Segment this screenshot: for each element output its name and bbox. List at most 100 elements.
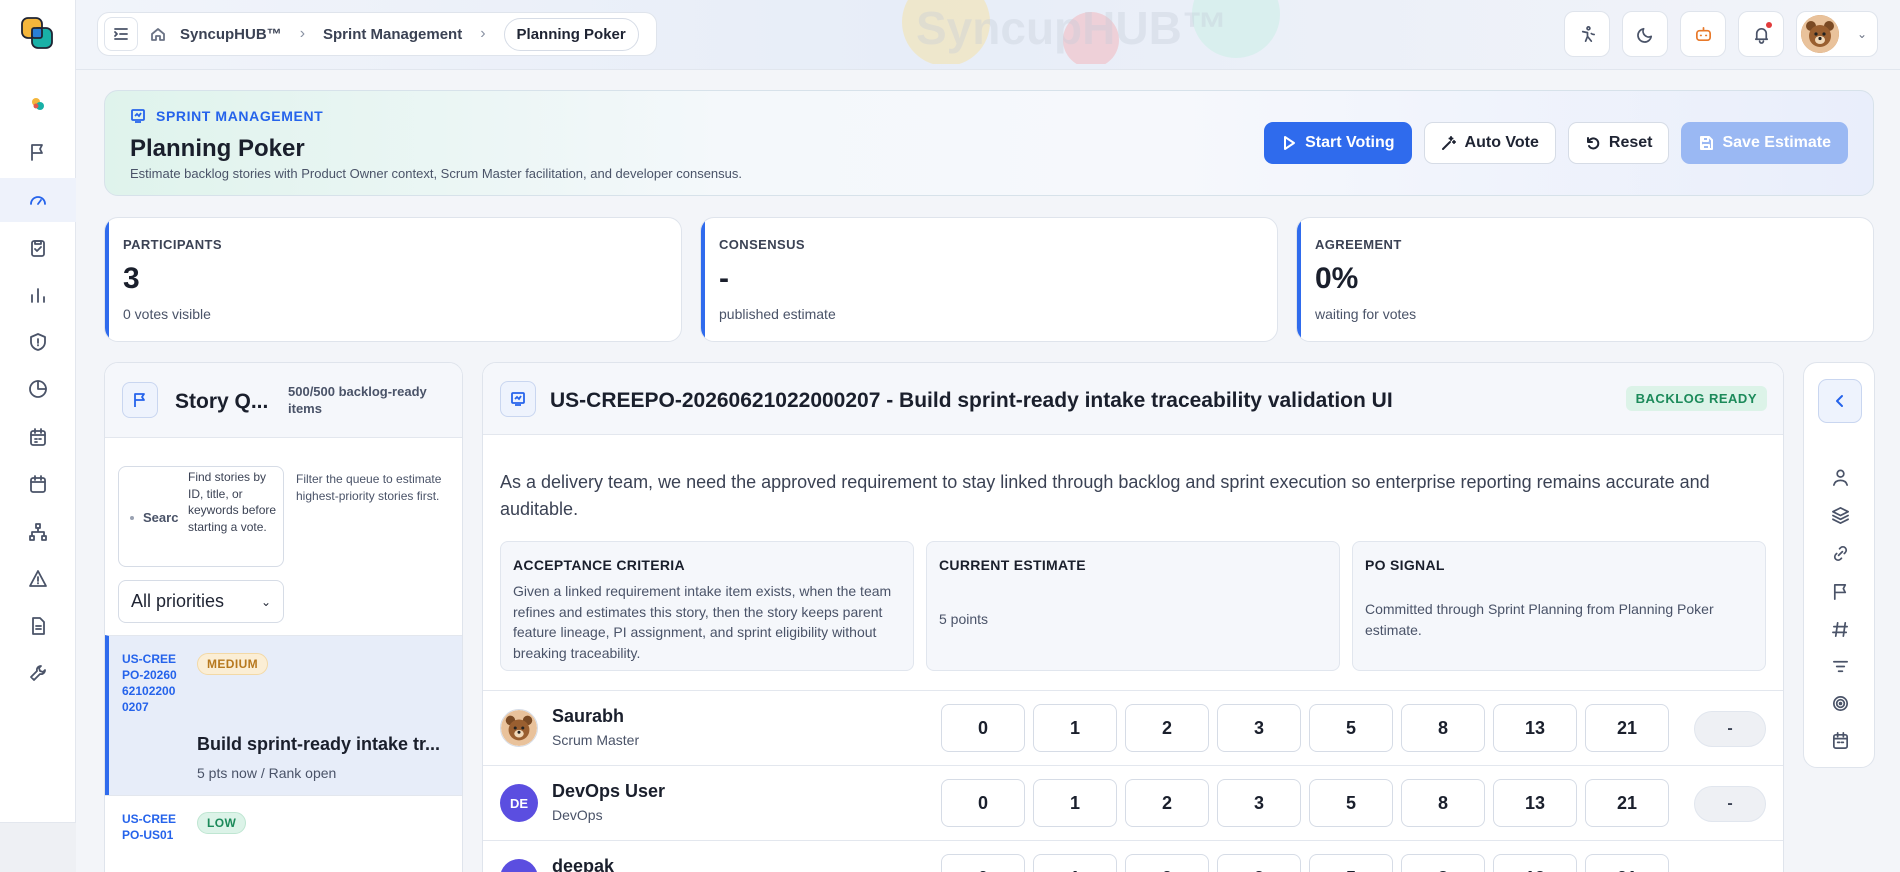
pie-chart-icon[interactable]	[0, 367, 76, 411]
card-body: Committed through Sprint Planning from P…	[1365, 601, 1714, 638]
vote-card-21[interactable]: 21	[1585, 704, 1669, 752]
stat-note: 0 votes visible	[123, 306, 211, 322]
logo-mini-icon[interactable]	[0, 82, 76, 126]
header-actions: ⌄	[1564, 10, 1900, 58]
clipboard-icon[interactable]	[0, 226, 76, 270]
card-title: ACCEPTANCE CRITERIA	[513, 557, 685, 573]
vote-card-0[interactable]: 0	[941, 779, 1025, 827]
auto-vote-button[interactable]: Auto Vote	[1423, 122, 1556, 164]
vote-card-0[interactable]: 0	[941, 704, 1025, 752]
accessibility-button[interactable]	[1564, 11, 1610, 57]
priority-filter-select[interactable]: All priorities ⌄	[118, 580, 284, 623]
save-estimate-button[interactable]: Save Estimate	[1681, 122, 1848, 164]
breadcrumb-item-app[interactable]: SyncupHUB™	[180, 26, 282, 43]
start-voting-button[interactable]: Start Voting	[1264, 122, 1412, 164]
layers-icon[interactable]	[1804, 500, 1876, 530]
save-estimate-label: Save Estimate	[1722, 134, 1831, 151]
document-icon[interactable]	[0, 604, 76, 648]
theme-toggle-button[interactable]	[1622, 11, 1668, 57]
story-queue-title: Story Q...	[175, 390, 269, 413]
vote-card-3[interactable]: 3	[1217, 704, 1301, 752]
vote-card-8[interactable]: 8	[1401, 854, 1485, 872]
story-list-item[interactable]: US-CREEPO-20260621022000207 MEDIUM Build…	[105, 635, 462, 795]
filter-icon[interactable]	[1804, 651, 1876, 681]
vote-card-5[interactable]: 5	[1309, 779, 1393, 827]
story-id: US-CREEPO-US01	[122, 812, 177, 842]
hero-kicker: SPRINT MANAGEMENT	[130, 108, 323, 124]
po-signal-card: PO SIGNAL Committed through Sprint Plann…	[1352, 541, 1766, 671]
sparkle-wand-icon	[1441, 136, 1456, 150]
vote-card-1[interactable]: 1	[1033, 704, 1117, 752]
flag-icon[interactable]	[1804, 576, 1876, 606]
gauge-icon[interactable]	[0, 178, 76, 222]
warning-icon[interactable]	[0, 557, 76, 601]
assistant-button[interactable]	[1680, 11, 1726, 57]
user-icon[interactable]	[1804, 462, 1876, 492]
sidebar-toggle-button[interactable]	[104, 17, 138, 51]
story-queue-count: 500/500 backlog-ready items	[288, 384, 427, 416]
vote-card-13[interactable]: 13	[1493, 854, 1577, 872]
vote-card-2[interactable]: 2	[1125, 854, 1209, 872]
hash-icon[interactable]	[1804, 614, 1876, 644]
vote-card-3[interactable]: 3	[1217, 854, 1301, 872]
calendar-icon[interactable]	[0, 415, 76, 459]
card-body: 5 points	[939, 611, 989, 627]
breadcrumb-item-sprint-management[interactable]: Sprint Management	[323, 26, 462, 43]
participant-row: Saurabh Scrum Master 0 1 2 3 5 8 13 21 -	[483, 690, 1783, 765]
vote-card-13[interactable]: 13	[1493, 704, 1577, 752]
vote-card-21[interactable]: 21	[1585, 854, 1669, 872]
story-search-input[interactable]: Searc Find stories by ID, title, or keyw…	[118, 466, 284, 567]
vote-card-5[interactable]: 5	[1309, 704, 1393, 752]
priority-filter-value: All priorities	[131, 591, 225, 611]
vote-card-21[interactable]: 21	[1585, 779, 1669, 827]
search-icon	[130, 516, 134, 520]
vote-card-2[interactable]: 2	[1125, 704, 1209, 752]
vote-card-3[interactable]: 3	[1217, 779, 1301, 827]
flag-icon[interactable]	[0, 130, 76, 174]
story-description: As a delivery team, we need the approved…	[500, 472, 1710, 519]
home-icon[interactable]	[150, 26, 166, 42]
chevron-left-icon	[1836, 395, 1843, 407]
stat-note: waiting for votes	[1315, 306, 1417, 322]
user-menu[interactable]: ⌄	[1796, 11, 1878, 57]
participant-vote-result: -	[1694, 711, 1766, 747]
story-detail-panel: US-CREEPO-20260621022000207 - Build spri…	[482, 362, 1784, 872]
reset-label: Reset	[1608, 134, 1653, 151]
syncuphub-logo[interactable]	[20, 16, 56, 52]
queue-hint: Filter the queue to estimate highest-pri…	[296, 472, 442, 503]
vote-card-5[interactable]: 5	[1309, 854, 1393, 872]
story-list-item[interactable]: US-CREEPO-US01 LOW	[105, 795, 462, 872]
wrench-icon[interactable]	[0, 651, 76, 695]
participant-row: DE DevOps User DevOps 0 1 2 3 5 8 13 21 …	[483, 765, 1783, 840]
vote-card-13[interactable]: 13	[1493, 779, 1577, 827]
vote-card-0[interactable]: 0	[941, 854, 1025, 872]
calendar-icon[interactable]	[1804, 725, 1876, 755]
target-icon[interactable]	[1804, 688, 1876, 718]
participant-name: deepak	[552, 856, 615, 872]
reset-button[interactable]: Reset	[1567, 122, 1670, 164]
bar-chart-icon[interactable]	[0, 273, 76, 317]
priority-badge: MEDIUM	[197, 653, 269, 675]
accessibility-icon	[1581, 25, 1595, 42]
vote-card-2[interactable]: 2	[1125, 779, 1209, 827]
start-voting-label: Start Voting	[1305, 134, 1395, 151]
breadcrumb: SyncupHUB™ › Sprint Management › Plannin…	[97, 12, 657, 56]
calendar-alt-icon[interactable]	[0, 462, 76, 506]
card-title: PO SIGNAL	[1365, 557, 1445, 573]
vote-card-1[interactable]: 1	[1033, 779, 1117, 827]
story-id: US-CREEPO-20260621022000207	[122, 652, 177, 714]
notifications-button[interactable]	[1738, 11, 1784, 57]
vote-card-1[interactable]: 1	[1033, 854, 1117, 872]
link-icon[interactable]	[1804, 538, 1876, 568]
vote-card-8[interactable]: 8	[1401, 779, 1485, 827]
collapse-panel-button[interactable]	[1818, 379, 1862, 423]
status-badge: BACKLOG READY	[1625, 386, 1767, 411]
hero-actions: Start Voting Auto Vote Reset Save Estima…	[1264, 122, 1848, 164]
hierarchy-icon[interactable]	[0, 510, 76, 554]
story-queue-panel: Story Q... 500/500 backlog-ready items S…	[104, 362, 463, 872]
hero-kicker-label: SPRINT MANAGEMENT	[156, 108, 324, 124]
shield-icon[interactable]	[0, 320, 76, 364]
reset-icon	[1586, 137, 1600, 150]
vote-card-8[interactable]: 8	[1401, 704, 1485, 752]
avatar	[1801, 15, 1839, 53]
